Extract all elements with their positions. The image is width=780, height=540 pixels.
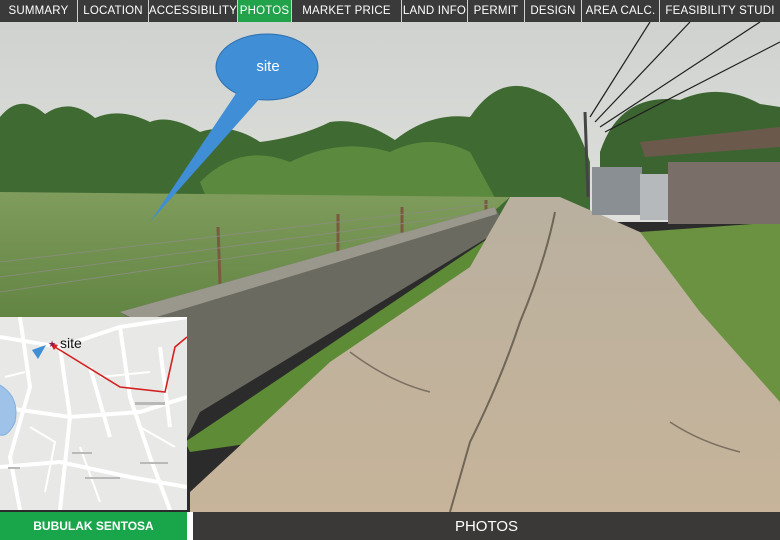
tab-summary[interactable]: SUMMARY [0, 0, 78, 22]
tab-area-calc[interactable]: AREA CALC. [582, 0, 660, 22]
tab-accessibility[interactable]: ACCESSIBILITY [149, 0, 238, 22]
tab-location[interactable]: LOCATION [78, 0, 149, 22]
location-badge: BUBULAK SENTOSA [0, 512, 187, 540]
tab-permit[interactable]: PERMIT [468, 0, 525, 22]
tab-market-price[interactable]: MARKET PRICE [292, 0, 402, 22]
bottom-bar: BUBULAK SENTOSA PHOTOS [0, 512, 780, 540]
tab-design[interactable]: DESIGN [525, 0, 582, 22]
inset-map[interactable]: ★ site [0, 317, 187, 510]
star-marker-icon: ★ [48, 339, 57, 349]
map-site-label: site [60, 335, 82, 351]
tab-feasibility-studi[interactable]: FEASIBILITY STUDI [660, 0, 780, 22]
tab-photos[interactable]: PHOTOS [238, 0, 292, 22]
section-title: PHOTOS [193, 512, 780, 540]
map-streets [0, 317, 187, 510]
top-nav-tabs: SUMMARY LOCATION ACCESSIBILITY PHOTOS MA… [0, 0, 780, 22]
tab-land-info[interactable]: LAND INFO [402, 0, 468, 22]
site-callout-label: site [256, 58, 280, 75]
